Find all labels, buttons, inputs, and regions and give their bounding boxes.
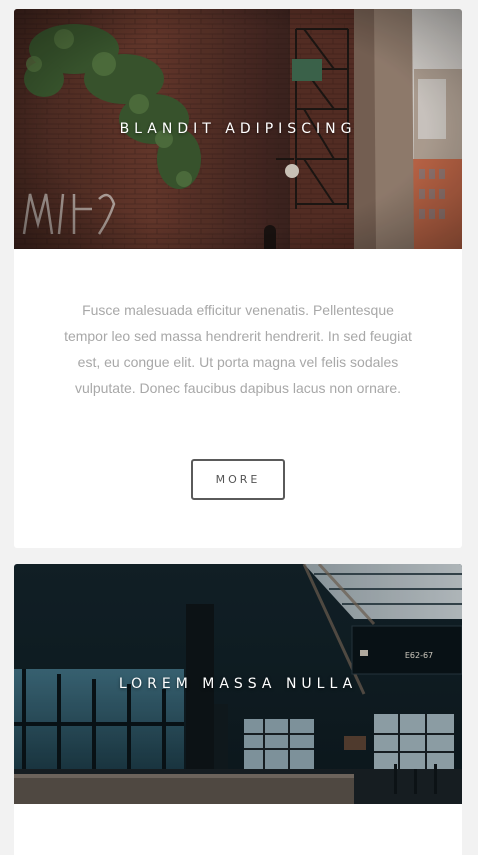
card-title: BLANDIT ADIPISCING (119, 121, 357, 137)
article-card: E62-67 LOREM MASSA NULLA (14, 564, 462, 855)
hero-image-terminal: E62-67 LOREM MASSA NULLA (14, 564, 462, 804)
more-button[interactable]: MORE (191, 459, 285, 500)
card-feed: BLANDIT ADIPISCING Fusce malesuada effic… (0, 0, 478, 855)
card-description: Fusce malesuada efficitur venenatis. Pel… (64, 302, 412, 396)
hero-image-alley: BLANDIT ADIPISCING (14, 9, 462, 249)
article-card: BLANDIT ADIPISCING Fusce malesuada effic… (14, 9, 462, 548)
card-title: LOREM MASSA NULLA (118, 676, 358, 692)
